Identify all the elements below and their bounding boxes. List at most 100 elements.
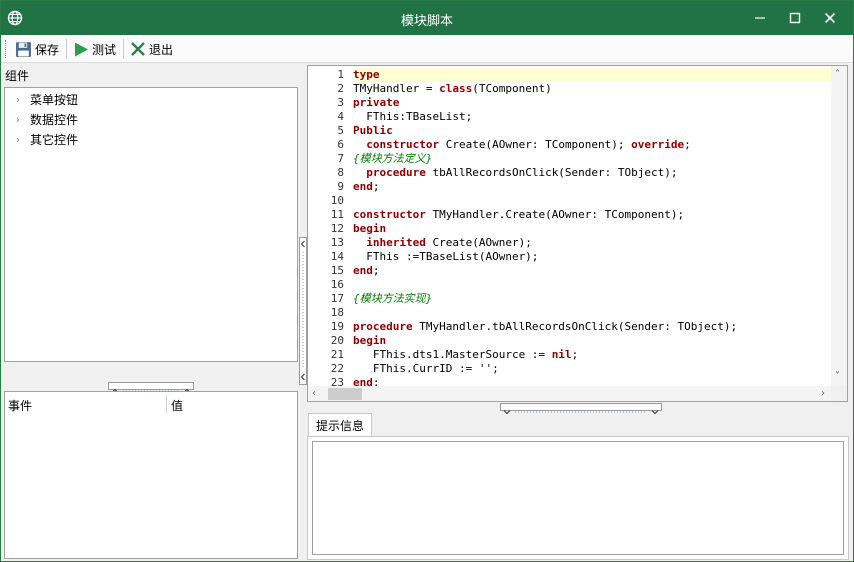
scroll-up-icon[interactable]: ˄ (835, 70, 840, 80)
minimize-button[interactable] (742, 1, 778, 35)
code-line[interactable]: FThis.CurrID := ''; (353, 362, 831, 376)
code-line[interactable] (353, 306, 831, 320)
line-number: 11 (330, 208, 344, 221)
expand-arrow-icon[interactable]: › (13, 133, 23, 146)
tab-hint-info[interactable]: 提示信息 (308, 413, 372, 437)
line-number: 21 (330, 348, 344, 361)
horizontal-scroll-thumb[interactable] (328, 388, 362, 400)
code-line[interactable]: begin (353, 222, 831, 236)
left-horizontal-splitter[interactable] (108, 382, 194, 393)
code-keyword: inherited (366, 236, 426, 249)
minimize-icon (755, 17, 765, 19)
tree-item-data-controls[interactable]: › 数据控件 (13, 110, 78, 128)
maximize-button[interactable] (777, 1, 813, 35)
save-icon (16, 41, 31, 57)
events-column-header[interactable]: 事件 (8, 397, 32, 414)
code-line[interactable]: private (353, 96, 831, 110)
code-text: tbAllRecordsOnClick(Sender: TObject); (425, 166, 678, 179)
code-keyword: private (353, 96, 400, 109)
line-number: 5 (337, 124, 344, 137)
components-label: 组件 (5, 69, 30, 83)
save-label: 保存 (35, 42, 60, 57)
tree-item-other-controls[interactable]: › 其它控件 (13, 130, 78, 148)
expand-arrow-icon[interactable]: › (13, 113, 23, 126)
code-line[interactable]: procedure TMyHandler.tbAllRecordsOnClick… (353, 320, 831, 334)
code-area[interactable]: type TMyHandler = class(TComponent) privat… (353, 68, 831, 390)
code-line[interactable]: procedure tbAllRecordsOnClick(Sender: TO… (353, 166, 831, 180)
play-icon (75, 42, 88, 56)
line-number: 17 (330, 292, 344, 305)
window-title: 模块脚本 (400, 14, 453, 29)
code-text: FThis.dts1.MasterSource := (353, 348, 552, 361)
line-number: 9 (337, 180, 344, 193)
code-text: ; (372, 264, 380, 277)
vertical-scrollbar[interactable]: ˄ ˅ (831, 66, 847, 386)
exit-button[interactable]: 退出 (128, 38, 175, 60)
code-line[interactable]: TMyHandler = class(TComponent) (353, 82, 831, 96)
toolbar-separator (66, 39, 67, 59)
close-icon (824, 12, 836, 24)
code-line[interactable]: constructor Create(AOwner: TComponent); … (353, 138, 831, 152)
scroll-left-icon[interactable]: ‹ (312, 389, 316, 399)
splitter-grip-icon (300, 240, 305, 381)
code-text: TMyHandler = (353, 82, 440, 95)
vertical-splitter[interactable] (299, 237, 307, 385)
code-keyword: Public (353, 124, 393, 137)
test-button[interactable]: 测试 (71, 38, 118, 60)
code-line[interactable]: constructor TMyHandler.Create(AOwner: TC… (353, 208, 831, 222)
code-text: Create(AOwner); (425, 236, 532, 249)
line-number: 6 (337, 138, 344, 151)
line-number: 10 (330, 194, 344, 207)
save-button[interactable]: 保存 (13, 38, 61, 60)
code-keyword: end (353, 180, 373, 193)
line-number: 1 (337, 68, 344, 81)
code-line[interactable]: inherited Create(AOwner); (353, 236, 831, 250)
code-line[interactable]: FThis:TBaseList; (353, 110, 831, 124)
line-number: 12 (330, 222, 344, 235)
exit-icon (131, 42, 145, 56)
code-line[interactable] (353, 278, 831, 292)
code-line[interactable]: type (353, 68, 831, 82)
toolbar-grip[interactable] (5, 40, 8, 58)
line-number: 15 (330, 264, 344, 277)
line-number: 2 (337, 82, 344, 95)
expand-arrow-icon[interactable]: › (13, 93, 23, 106)
code-keyword: override (631, 138, 685, 151)
line-number: 8 (337, 166, 344, 179)
column-divider[interactable] (166, 395, 167, 413)
code-line[interactable]: end; (353, 180, 831, 194)
line-number: 13 (330, 236, 344, 249)
tree-item-label: 菜单按钮 (30, 92, 79, 107)
right-horizontal-splitter[interactable] (500, 403, 662, 415)
code-line[interactable]: begin (353, 334, 831, 348)
code-line[interactable]: FThis.dts1.MasterSource := nil; (353, 348, 831, 362)
code-text: TMyHandler.Create(AOwner: TComponent); (425, 208, 685, 221)
line-number: 16 (330, 278, 344, 291)
code-line[interactable]: {模块方法定义} (353, 152, 831, 166)
close-button[interactable] (812, 1, 848, 35)
code-line[interactable]: {模块方法实现} (353, 292, 831, 306)
hint-textbox[interactable] (312, 441, 844, 555)
code-line[interactable]: end; (353, 264, 831, 278)
scroll-down-icon[interactable]: ˅ (835, 372, 840, 382)
code-line[interactable]: Public (353, 124, 831, 138)
events-grid[interactable]: 事件 值 (4, 391, 298, 559)
component-tree[interactable]: › 菜单按钮 › 数据控件 › 其它控件 (4, 87, 298, 362)
exit-label: 退出 (149, 42, 174, 57)
code-line[interactable]: FThis :=TBaseList(AOwner); (353, 250, 831, 264)
horizontal-scrollbar[interactable]: ‹ › (308, 386, 831, 401)
code-comment: {模块方法定义} (353, 152, 433, 165)
code-editor[interactable]: 1 2 3 4 5 6 7 8 9 10 11 12 13 14 15 16 17 18 19 20 21 22 23 ty… (307, 65, 848, 402)
code-line[interactable] (353, 194, 831, 208)
value-column-header[interactable]: 值 (171, 397, 183, 414)
splitter-grip-icon (503, 410, 659, 415)
code-keyword: type (353, 68, 380, 81)
code-comment: {模块方法实现} (353, 292, 433, 305)
tree-item-menu-buttons[interactable]: › 菜单按钮 (13, 90, 78, 108)
code-text: (TComponent) (472, 82, 552, 95)
scroll-right-icon[interactable]: › (821, 389, 825, 399)
code-text: Create(AOwner: TComponent); (439, 138, 632, 151)
toolbar-separator (123, 39, 124, 59)
